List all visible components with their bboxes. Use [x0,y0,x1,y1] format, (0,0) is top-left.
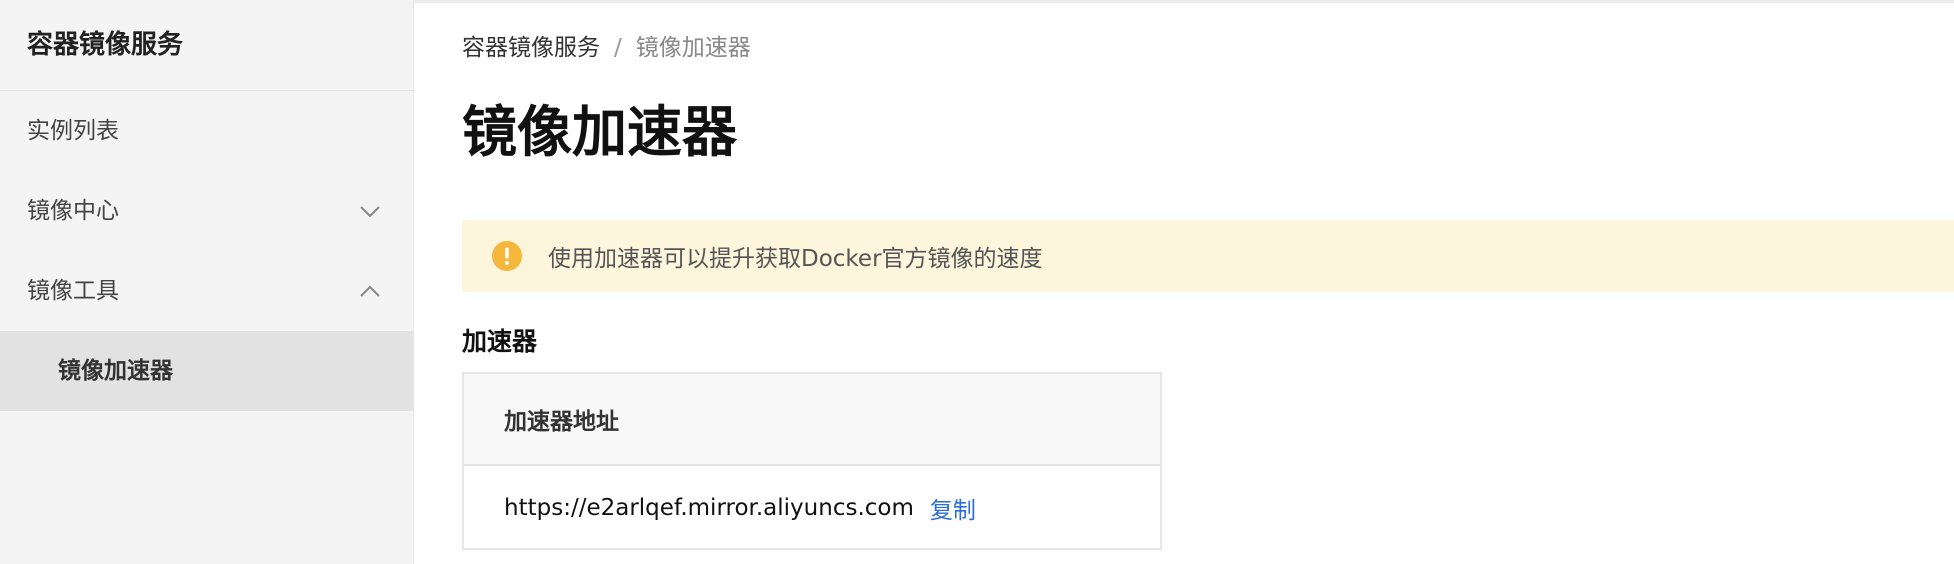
sidebar: 容器镜像服务 实例列表 镜像中心 镜像工具 镜像加速器 [0,0,414,564]
accelerator-address: https://e2arlqef.mirror.aliyuncs.com [504,495,914,521]
sidebar-subitem-label: 镜像加速器 [58,358,173,384]
table-row: https://e2arlqef.mirror.aliyuncs.com 复制 [464,466,1160,550]
breadcrumb-current: 镜像加速器 [635,35,751,61]
breadcrumb: 容器镜像服务 / 镜像加速器 [462,28,751,62]
accelerator-table: 加速器地址 https://e2arlqef.mirror.aliyuncs.c… [462,372,1162,550]
table-header-cell: 加速器地址 [464,374,1160,466]
copy-link[interactable]: 复制 [930,491,976,525]
chevron-down-icon[interactable] [359,201,381,221]
breadcrumb-root-link[interactable]: 容器镜像服务 [462,35,600,61]
section-title: 加速器 [462,327,538,356]
breadcrumb-separator: / [614,35,622,61]
page-title: 镜像加速器 [462,100,738,164]
sidebar-item-label: 镜像中心 [27,198,119,224]
sidebar-subitem-image-accelerator[interactable]: 镜像加速器 [0,331,413,411]
sidebar-item-image-tools[interactable]: 镜像工具 [0,251,413,331]
sidebar-item-image-center[interactable]: 镜像中心 [0,171,413,251]
sidebar-item-label: 实例列表 [27,118,119,144]
chevron-up-icon[interactable] [359,281,381,301]
notice-text: 使用加速器可以提升获取Docker官方镜像的速度 [548,246,1043,272]
warning-icon [492,241,522,271]
sidebar-item-label: 镜像工具 [27,278,119,304]
sidebar-item-instance-list[interactable]: 实例列表 [0,91,413,171]
sidebar-title: 容器镜像服务 [0,0,413,91]
info-notice: 使用加速器可以提升获取Docker官方镜像的速度 [462,220,1954,292]
